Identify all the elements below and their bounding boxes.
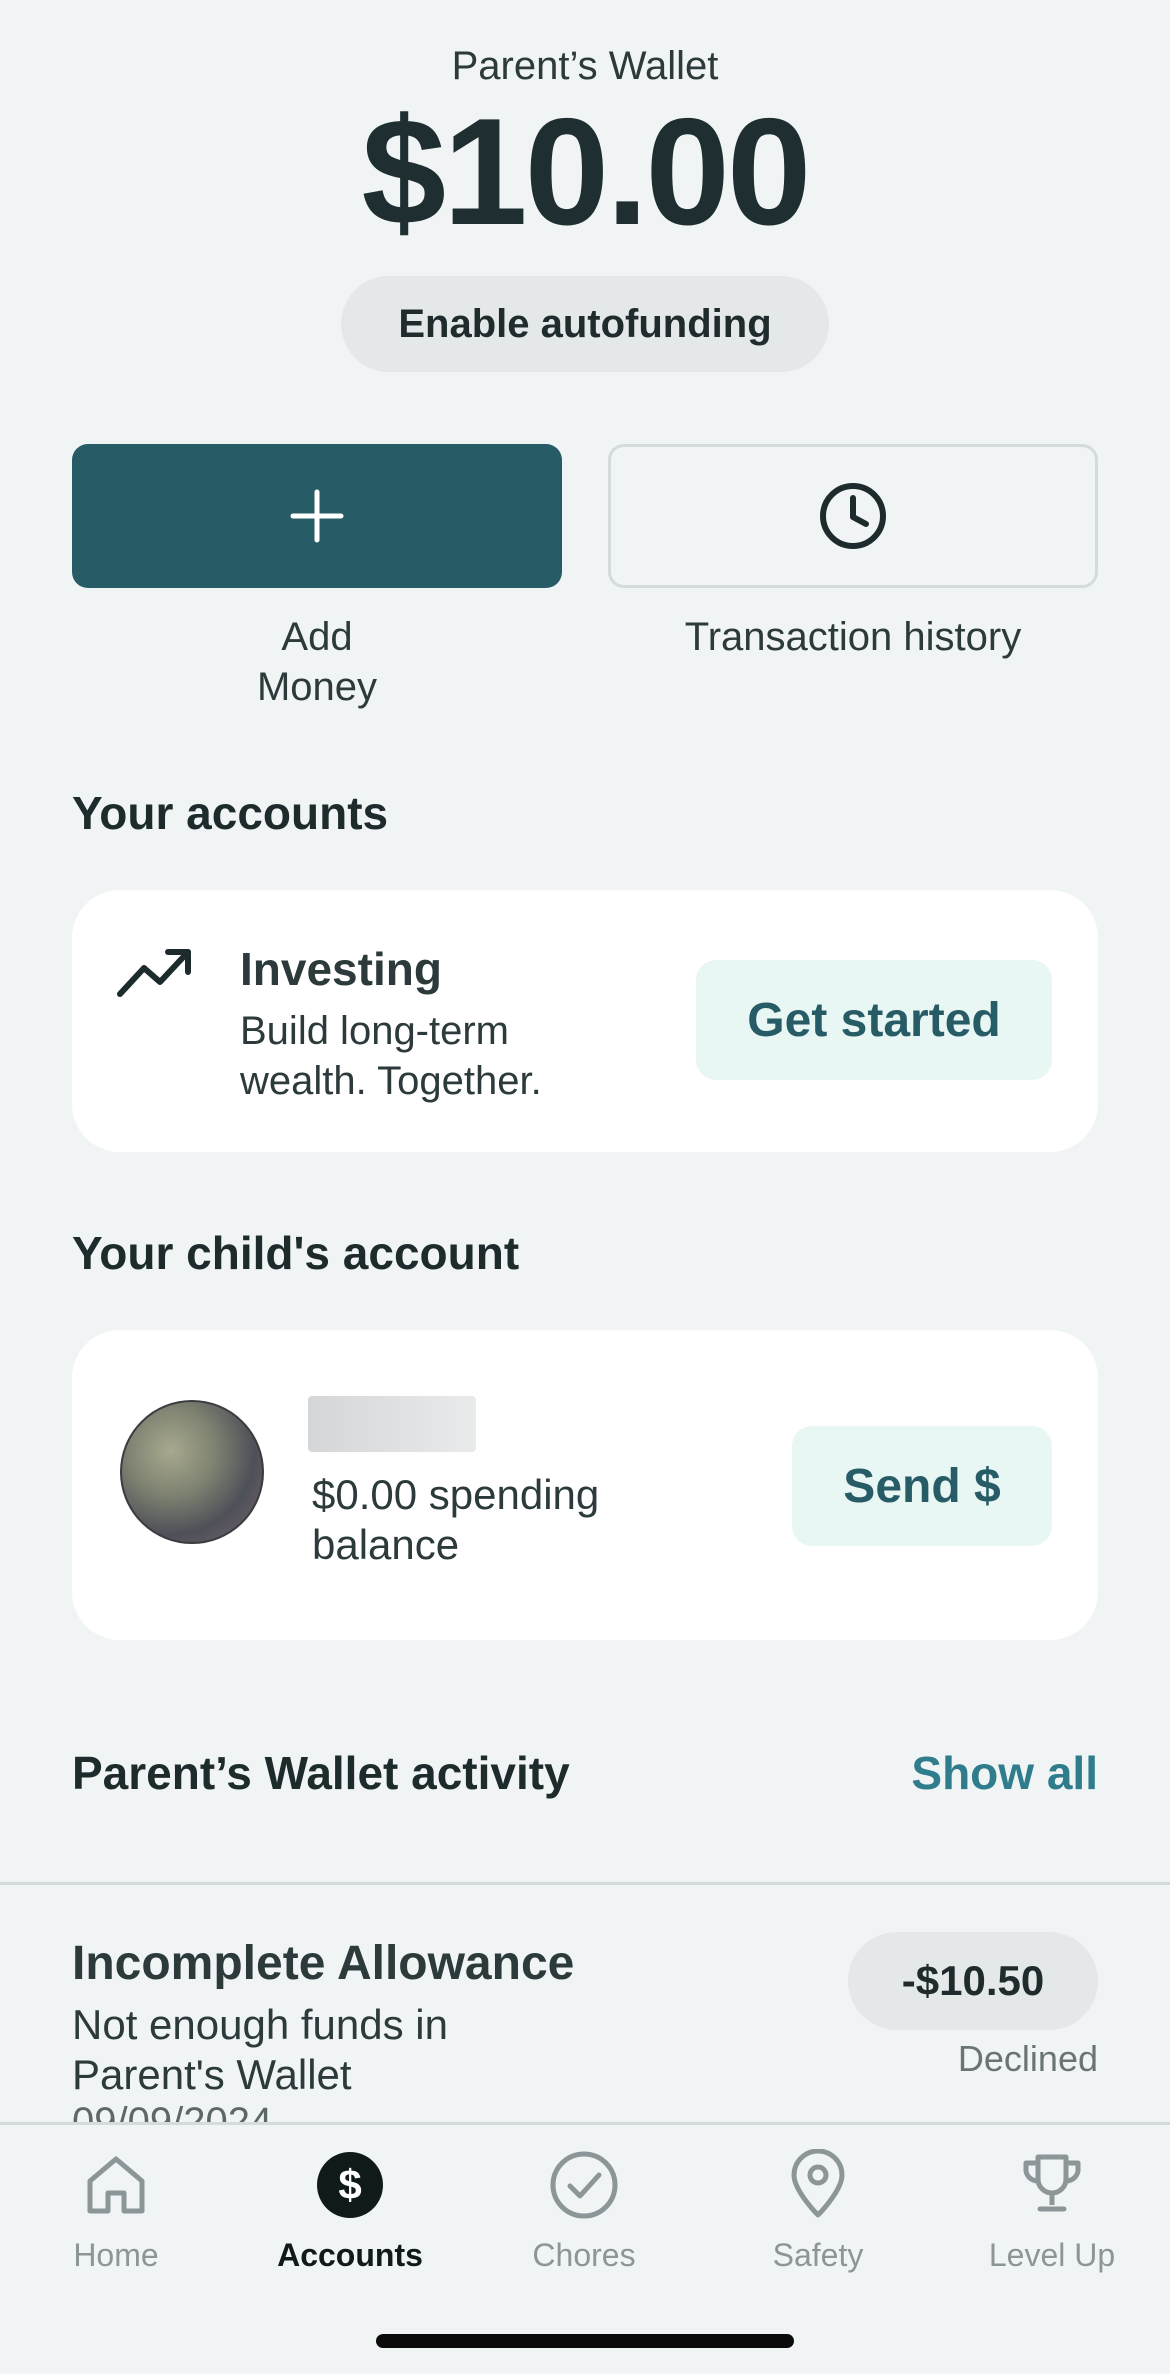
activity-item-status: Declined — [957, 2038, 1098, 2079]
svg-text:$: $ — [338, 2161, 361, 2208]
activity-item-amount: -$10.50 — [848, 1932, 1098, 2030]
tab-chores[interactable]: Chores — [484, 2145, 684, 2274]
tab-chores-label: Chores — [532, 2237, 636, 2273]
home-icon — [87, 2156, 145, 2214]
child-account-heading: Your child's account — [72, 1227, 520, 1279]
investing-card[interactable]: Investing Build long-term wealth. Togeth… — [72, 890, 1098, 1152]
activity-item-subtitle: Not enough funds in Parent's Wallet — [72, 2001, 448, 2098]
investing-subtitle: Build long-term wealth. Together. — [240, 1009, 542, 1103]
add-money-label: Add Money — [256, 615, 378, 709]
child-account-card[interactable]: $0.00 spending balance Send $ — [72, 1330, 1098, 1640]
wallet-title: Parent’s Wallet — [451, 44, 719, 88]
tab-accounts[interactable]: $ Accounts — [250, 2145, 450, 2274]
add-money-button[interactable] — [72, 444, 562, 588]
your-accounts-heading: Your accounts — [72, 787, 389, 839]
investing-title: Investing — [240, 943, 442, 995]
show-all-link[interactable]: Show all — [911, 1746, 1098, 1800]
tab-home-label: Home — [73, 2237, 159, 2273]
home-indicator[interactable] — [376, 2334, 794, 2348]
tab-home[interactable]: Home — [16, 2145, 216, 2274]
clock-icon — [820, 483, 886, 549]
trophy-icon — [1023, 2154, 1081, 2212]
tab-level-up[interactable]: Level Up — [952, 2145, 1152, 2274]
tab-accounts-label: Accounts — [277, 2237, 423, 2273]
check-circle-icon — [550, 2151, 618, 2219]
activity-heading: Parent’s Wallet activity — [72, 1747, 570, 1799]
divider — [0, 1882, 1170, 1885]
avatar — [120, 1400, 264, 1544]
get-started-button[interactable]: Get started — [696, 960, 1052, 1080]
transaction-history-button[interactable] — [608, 444, 1098, 588]
wallet-balance: $10.00 — [361, 87, 812, 257]
enable-autofunding-button[interactable]: Enable autofunding — [341, 276, 829, 372]
tab-level-up-label: Level Up — [988, 2237, 1116, 2273]
tab-safety-label: Safety — [772, 2237, 864, 2273]
tab-safety[interactable]: Safety — [718, 2145, 918, 2274]
activity-item-title: Incomplete Allowance — [72, 1937, 575, 1990]
transaction-history-label: Transaction history — [684, 615, 1022, 659]
plus-icon — [290, 489, 344, 543]
trending-up-icon — [117, 949, 191, 997]
location-pin-icon — [791, 2149, 845, 2218]
child-name-redacted — [308, 1396, 476, 1452]
send-money-button[interactable]: Send $ — [792, 1426, 1052, 1546]
child-spending-balance: $0.00 spending balance — [312, 1471, 600, 1568]
dollar-icon: $ — [317, 2152, 383, 2218]
